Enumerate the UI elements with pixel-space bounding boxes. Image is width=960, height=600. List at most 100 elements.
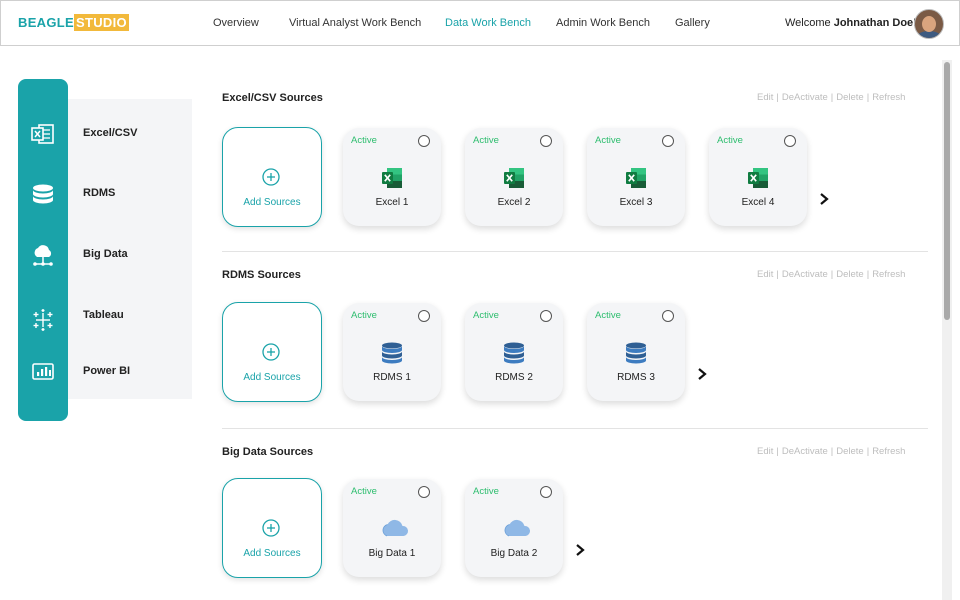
- deactivate-action[interactable]: DeActivate: [782, 92, 828, 103]
- nav-gallery[interactable]: Gallery: [675, 17, 710, 29]
- delete-action[interactable]: Delete: [836, 446, 863, 457]
- user-name: Johnathan Doe!: [833, 17, 917, 29]
- nav-admin-work-bench[interactable]: Admin Work Bench: [556, 17, 650, 29]
- add-source-button[interactable]: Add Sources: [222, 478, 322, 578]
- deactivate-action[interactable]: DeActivate: [782, 446, 828, 457]
- chevron-right-icon[interactable]: [819, 192, 829, 206]
- cloud-icon: [380, 517, 409, 541]
- refresh-action[interactable]: Refresh: [872, 446, 905, 457]
- select-radio[interactable]: [418, 135, 430, 147]
- nav-overview[interactable]: Overview: [213, 17, 259, 29]
- chevron-right-icon[interactable]: [697, 367, 707, 381]
- select-radio[interactable]: [418, 486, 430, 498]
- welcome-label: Welcome: [785, 17, 831, 29]
- add-source-button[interactable]: Add Sources: [222, 302, 322, 402]
- section-title: Big Data Sources: [222, 446, 314, 458]
- source-card[interactable]: Active Big Data 2: [465, 479, 563, 577]
- top-navigation-bar: BEAGLE STUDIO Overview Virtual Analyst Wo…: [0, 0, 960, 46]
- deactivate-action[interactable]: DeActivate: [782, 269, 828, 280]
- action-separator: |: [866, 446, 870, 457]
- nav-data-work-bench[interactable]: Data Work Bench: [445, 17, 531, 29]
- select-radio[interactable]: [784, 135, 796, 147]
- source-card[interactable]: Active Excel 3: [587, 128, 685, 226]
- status-label: Active: [717, 135, 743, 146]
- add-source-label: Add Sources: [243, 548, 301, 559]
- select-radio[interactable]: [418, 310, 430, 322]
- section-title: Excel/CSV Sources: [222, 92, 323, 104]
- status-label: Active: [595, 310, 621, 321]
- source-card[interactable]: Active Excel 1: [343, 128, 441, 226]
- status-label: Active: [473, 135, 499, 146]
- action-separator: |: [776, 92, 779, 103]
- source-name: Excel 3: [619, 197, 653, 208]
- database-icon: [624, 341, 648, 365]
- status-label: Active: [351, 486, 377, 497]
- brand-logo-part2: STUDIO: [73, 14, 129, 31]
- refresh-action[interactable]: Refresh: [872, 92, 905, 103]
- edit-action[interactable]: Edit: [757, 446, 773, 457]
- cloud-icon: [502, 517, 531, 541]
- source-card[interactable]: Active Big Data 1: [343, 479, 441, 577]
- sidebar-item-tableau[interactable]: Tableau: [83, 309, 124, 321]
- source-card[interactable]: Active RDMS 2: [465, 303, 563, 401]
- power-bi-icon[interactable]: [30, 359, 56, 385]
- excel-icon: [746, 166, 770, 190]
- source-card[interactable]: Active Excel 2: [465, 128, 563, 226]
- delete-action[interactable]: Delete: [836, 92, 863, 103]
- edit-action[interactable]: Edit: [757, 269, 773, 280]
- section-actions: Edit | DeActivate | Delete | Refresh: [757, 446, 905, 457]
- avatar[interactable]: [914, 9, 944, 39]
- select-radio[interactable]: [540, 486, 552, 498]
- chevron-right-icon[interactable]: [575, 543, 585, 557]
- action-separator: |: [830, 446, 834, 457]
- status-label: Active: [351, 135, 377, 146]
- status-label: Active: [473, 310, 499, 321]
- sidebar-item-rdms[interactable]: RDMS: [83, 187, 115, 199]
- add-source-label: Add Sources: [243, 372, 301, 383]
- select-radio[interactable]: [662, 135, 674, 147]
- source-name: Excel 2: [497, 197, 531, 208]
- source-name: RDMS 1: [373, 372, 411, 383]
- sidebar-item-big-data[interactable]: Big Data: [83, 248, 128, 260]
- excel-icon[interactable]: [30, 121, 56, 147]
- source-name: RDMS 3: [617, 372, 655, 383]
- select-radio[interactable]: [662, 310, 674, 322]
- sidebar-item-power-bi[interactable]: Power BI: [83, 365, 130, 377]
- add-source-button[interactable]: Add Sources: [222, 127, 322, 227]
- cloud-network-icon[interactable]: [30, 242, 56, 268]
- edit-action[interactable]: Edit: [757, 92, 773, 103]
- source-name: RDMS 2: [495, 372, 533, 383]
- nav-virtual-analyst-work-bench[interactable]: Virtual Analyst Work Bench: [289, 17, 421, 29]
- excel-icon: [502, 166, 526, 190]
- database-icon: [380, 341, 404, 365]
- source-name: Excel 4: [741, 197, 775, 208]
- action-separator: |: [866, 269, 870, 280]
- welcome-message: Welcome Johnathan Doe!: [785, 17, 917, 29]
- sidebar-icon-rail: [18, 79, 68, 421]
- add-circle-icon: [262, 519, 280, 537]
- scrollbar-thumb[interactable]: [944, 62, 950, 320]
- select-radio[interactable]: [540, 310, 552, 322]
- source-card[interactable]: Active Excel 4: [709, 128, 807, 226]
- select-radio[interactable]: [540, 135, 552, 147]
- source-card[interactable]: Active RDMS 3: [587, 303, 685, 401]
- section-divider: [222, 251, 928, 252]
- status-label: Active: [595, 135, 621, 146]
- action-separator: |: [830, 269, 834, 280]
- add-circle-icon: [262, 168, 280, 186]
- tableau-icon[interactable]: [30, 307, 56, 333]
- add-circle-icon: [262, 343, 280, 361]
- add-source-label: Add Sources: [243, 197, 301, 208]
- refresh-action[interactable]: Refresh: [872, 269, 905, 280]
- status-label: Active: [351, 310, 377, 321]
- sidebar-item-excel-csv[interactable]: Excel/CSV: [83, 127, 137, 139]
- source-card[interactable]: Active RDMS 1: [343, 303, 441, 401]
- database-icon[interactable]: [30, 182, 56, 208]
- excel-icon: [380, 166, 404, 190]
- excel-icon: [624, 166, 648, 190]
- brand-logo[interactable]: BEAGLE STUDIO: [18, 14, 129, 31]
- database-icon: [502, 341, 526, 365]
- section-actions: Edit | DeActivate | Delete | Refresh: [757, 92, 905, 103]
- action-separator: |: [830, 92, 834, 103]
- delete-action[interactable]: Delete: [836, 269, 863, 280]
